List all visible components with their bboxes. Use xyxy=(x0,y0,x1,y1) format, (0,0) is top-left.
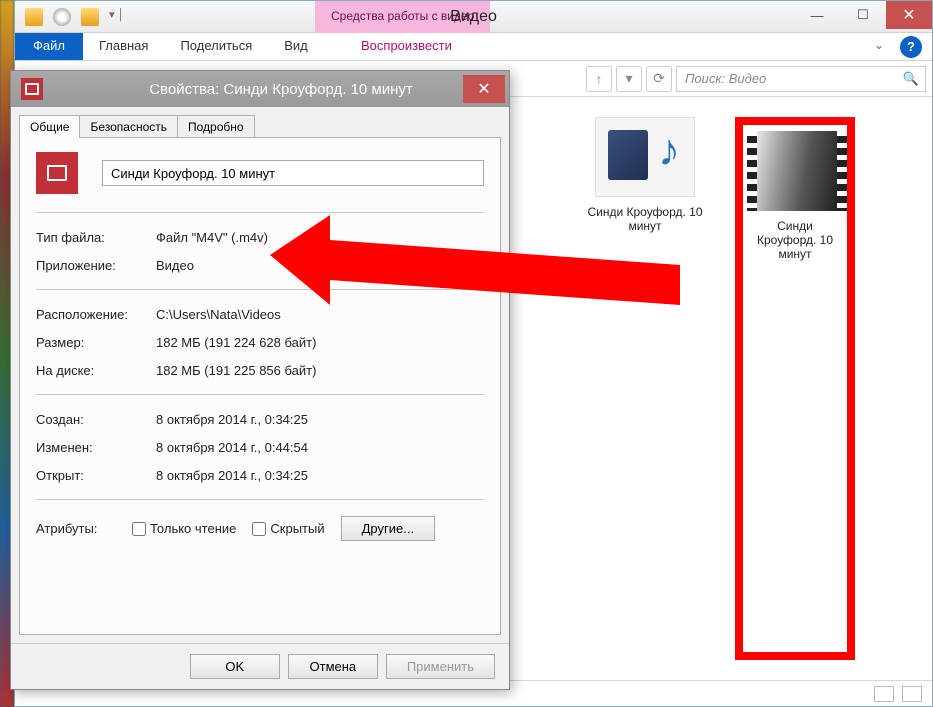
label-ondisk: На диске: xyxy=(36,363,156,378)
file-type-icon xyxy=(36,152,78,194)
file-item-video-selected[interactable]: Синди Кроуфорд. 10 минут xyxy=(735,117,855,660)
checkbox-readonly[interactable]: Только чтение xyxy=(132,521,236,536)
quick-access-icons: ▾ │ xyxy=(15,8,124,26)
folder-icon-2[interactable] xyxy=(81,8,99,26)
cancel-button[interactable]: Отмена xyxy=(288,654,378,679)
window-title: Видео xyxy=(450,8,497,26)
dialog-footer: OK Отмена Применить xyxy=(11,643,509,689)
file-label: Синди Кроуфорд. 10 минут xyxy=(747,219,843,261)
video-thumbnail-icon xyxy=(747,131,847,211)
tab-details[interactable]: Подробно xyxy=(177,115,255,138)
tab-view[interactable]: Вид xyxy=(268,33,324,60)
search-placeholder: Поиск: Видео xyxy=(685,71,766,86)
dialog-title: Свойства: Синди Кроуфорд. 10 минут xyxy=(53,81,509,98)
refresh-button[interactable]: ⟳ xyxy=(646,66,672,92)
ribbon-tabs: Файл Главная Поделиться Вид Воспроизвест… xyxy=(15,33,932,61)
view-icons-button[interactable] xyxy=(902,686,922,702)
label-modified: Изменен: xyxy=(36,440,156,455)
value-filetype: Файл "M4V" (.m4v) xyxy=(156,230,484,245)
value-accessed: 8 октября 2014 г., 0:34:25 xyxy=(156,468,484,483)
label-app: Приложение: xyxy=(36,258,156,273)
minimize-button[interactable]: — xyxy=(794,1,840,29)
label-created: Создан: xyxy=(36,412,156,427)
value-created: 8 октября 2014 г., 0:34:25 xyxy=(156,412,484,427)
close-button[interactable]: ✕ xyxy=(886,1,932,29)
apply-button[interactable]: Применить xyxy=(386,654,495,679)
value-location: C:\Users\Nata\Videos xyxy=(156,307,484,322)
tab-home[interactable]: Главная xyxy=(83,33,164,60)
search-input[interactable]: Поиск: Видео xyxy=(676,66,926,92)
audio-file-icon xyxy=(595,117,695,197)
tab-file[interactable]: Файл xyxy=(15,33,83,60)
value-size: 182 МБ (191 224 628 байт) xyxy=(156,335,484,350)
folder-icon[interactable] xyxy=(25,8,43,26)
label-filetype: Тип файла: xyxy=(36,230,156,245)
value-ondisk: 182 МБ (191 225 856 байт) xyxy=(156,363,484,378)
label-size: Размер: xyxy=(36,335,156,350)
disc-icon[interactable] xyxy=(53,8,71,26)
qat-overflow[interactable]: ▾ │ xyxy=(109,8,124,26)
other-attributes-button[interactable]: Другие... xyxy=(341,516,435,541)
nav-dropdown[interactable]: ▾ xyxy=(616,66,642,92)
dialog-tabs: Общие Безопасность Подробно xyxy=(11,107,509,138)
titlebar: ▾ │ Средства работы с видео Видео — ☐ ✕ xyxy=(15,1,932,33)
file-label: Синди Кроуфорд. 10 минут xyxy=(585,205,705,233)
tab-play[interactable]: Воспроизвести xyxy=(345,33,468,58)
nav-up-button[interactable]: ↑ xyxy=(586,66,612,92)
view-details-button[interactable] xyxy=(874,686,894,702)
filename-input[interactable] xyxy=(102,160,484,186)
tab-share[interactable]: Поделиться xyxy=(164,33,268,60)
label-location: Расположение: xyxy=(36,307,156,322)
value-app: Видео xyxy=(156,258,484,273)
video-app-icon xyxy=(21,78,43,100)
properties-dialog: Свойства: Синди Кроуфорд. 10 минут ✕ Общ… xyxy=(10,70,510,690)
help-icon[interactable]: ? xyxy=(900,36,922,58)
ok-button[interactable]: OK xyxy=(190,654,280,679)
tab-security[interactable]: Безопасность xyxy=(79,115,178,138)
ribbon-expand-icon[interactable]: ⌄ xyxy=(864,33,894,60)
maximize-button[interactable]: ☐ xyxy=(840,1,886,29)
dialog-body: Тип файла:Файл "M4V" (.m4v) Приложение:В… xyxy=(19,137,501,635)
checkbox-hidden[interactable]: Скрытый xyxy=(252,521,324,536)
dialog-titlebar: Свойства: Синди Кроуфорд. 10 минут ✕ xyxy=(11,71,509,107)
tab-general[interactable]: Общие xyxy=(19,115,80,138)
dialog-close-button[interactable]: ✕ xyxy=(463,75,505,103)
label-accessed: Открыт: xyxy=(36,468,156,483)
value-modified: 8 октября 2014 г., 0:44:54 xyxy=(156,440,484,455)
file-item-audio[interactable]: Синди Кроуфорд. 10 минут xyxy=(585,117,705,660)
label-attributes: Атрибуты: xyxy=(36,521,116,536)
